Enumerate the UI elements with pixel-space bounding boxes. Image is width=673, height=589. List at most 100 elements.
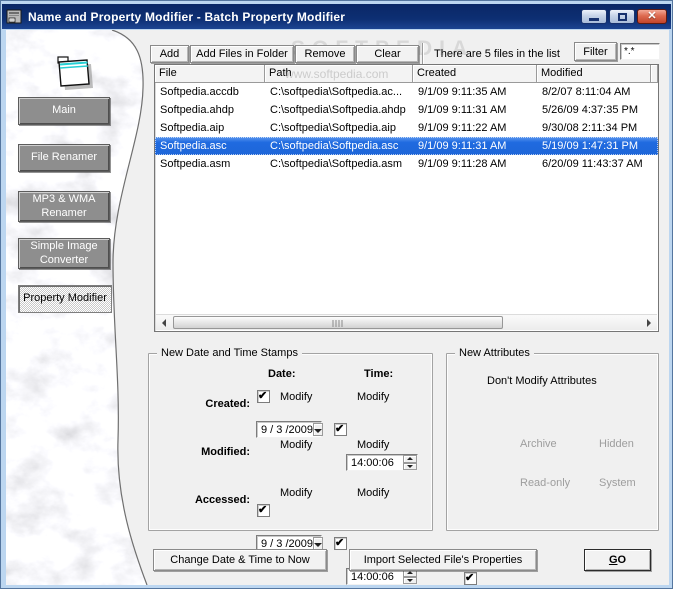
column-header-file[interactable]: File xyxy=(155,65,265,83)
modified-date-modify-label: Modify xyxy=(280,439,313,451)
add-files-in-folder-label: Add Files in Folder xyxy=(196,48,288,60)
created-time-modify-checkbox[interactable] xyxy=(334,422,347,436)
go-label-initial: G xyxy=(608,554,618,566)
accessed-date-modify-label: Modify xyxy=(280,487,313,499)
go-button[interactable]: GO xyxy=(584,549,651,571)
scroll-left-icon xyxy=(162,319,166,327)
sidebar-item-label: Main xyxy=(52,104,76,117)
cell-path: C:\softpedia\Softpedia.ac... xyxy=(270,86,403,98)
sidebar-item-label: Simple Image Converter xyxy=(30,239,98,266)
created-date-modify-checkbox[interactable] xyxy=(257,389,270,403)
chevron-down-icon xyxy=(314,428,322,433)
accessed-row-label: Accessed: xyxy=(194,494,250,506)
created-time-value: 14:00:06 xyxy=(351,456,394,469)
cell-path: C:\softpedia\Softpedia.ahdp xyxy=(270,104,406,116)
app-window: Name and Property Modifier - Batch Prope… xyxy=(0,0,673,589)
column-header-spacer xyxy=(651,65,658,83)
spin-down-icon[interactable] xyxy=(403,576,417,584)
import-selected-file-properties-button[interactable]: Import Selected File's Properties xyxy=(349,549,537,571)
cell-file: Softpedia.aip xyxy=(160,122,225,134)
file-list-header: File Path Created Modified xyxy=(155,65,658,83)
dont-modify-attributes-checkbox[interactable] xyxy=(464,571,477,585)
cell-modified: 8/2/07 8:11:04 AM xyxy=(542,86,631,98)
cell-modified: 5/26/09 4:37:35 PM xyxy=(542,104,639,116)
close-icon: ✕ xyxy=(647,10,657,22)
sidebar-item-mp3-wma-renamer[interactable]: MP3 & WMA Renamer xyxy=(18,191,110,222)
filter-pattern-input[interactable] xyxy=(620,43,660,60)
column-header-modified[interactable]: Modified xyxy=(537,65,651,83)
filter-button[interactable]: Filter xyxy=(574,42,617,61)
created-time-spinner[interactable]: 14:00:06 xyxy=(346,454,418,471)
created-row-label: Created: xyxy=(205,398,250,410)
modified-row-label: Modified: xyxy=(201,446,250,458)
change-date-time-now-label: Change Date & Time to Now xyxy=(170,554,310,566)
cell-created: 9/1/09 9:11:31 AM xyxy=(418,140,507,152)
sidebar-item-label: MP3 & WMA Renamer xyxy=(32,192,96,219)
cell-file: Softpedia.asc xyxy=(160,140,227,152)
window-title: Name and Property Modifier - Batch Prope… xyxy=(28,9,346,24)
add-files-in-folder-button[interactable]: Add Files in Folder xyxy=(190,45,294,63)
clear-button[interactable]: Clear xyxy=(356,45,419,63)
spin-down-icon[interactable] xyxy=(403,462,417,470)
page-icon xyxy=(57,56,93,90)
created-date-dropdown-button[interactable] xyxy=(313,423,323,436)
hidden-label: Hidden xyxy=(599,438,634,450)
sidebar-item-file-renamer[interactable]: File Renamer xyxy=(18,144,110,172)
system-label: System xyxy=(599,477,636,489)
add-button[interactable]: Add xyxy=(150,45,189,63)
column-header-path[interactable]: Path xyxy=(265,65,413,83)
table-row[interactable]: Softpedia.ahdp C:\softpedia\Softpedia.ah… xyxy=(155,101,658,119)
change-date-time-now-button[interactable]: Change Date & Time to Now xyxy=(153,549,327,571)
scrollbar-grip-icon xyxy=(332,320,344,327)
scrollbar-thumb[interactable] xyxy=(173,316,503,329)
sidebar-item-label: Property Modifier xyxy=(23,292,107,305)
table-row[interactable]: Softpedia.asm C:\softpedia\Softpedia.asm… xyxy=(155,155,658,173)
remove-button-label: Remove xyxy=(304,48,346,60)
sidebar-item-label: File Renamer xyxy=(30,151,98,164)
created-time-spin-buttons[interactable] xyxy=(403,455,417,470)
file-list: File Path Created Modified Softpedia.acc… xyxy=(154,64,659,332)
close-button[interactable]: ✕ xyxy=(637,9,667,24)
toolbar-divider xyxy=(422,43,423,64)
scroll-right-button[interactable] xyxy=(641,315,657,331)
minimize-button[interactable] xyxy=(581,9,607,24)
horizontal-scrollbar[interactable] xyxy=(156,314,657,330)
window-body: Main File Renamer MP3 & WMA Renamer Simp… xyxy=(6,30,669,585)
modified-time-modify-label: Modify xyxy=(357,439,390,451)
cell-path: C:\softpedia\Softpedia.aip xyxy=(270,122,396,134)
table-row-selected[interactable]: Softpedia.asc C:\softpedia\Softpedia.asc… xyxy=(155,137,658,155)
title-bar[interactable]: Name and Property Modifier - Batch Prope… xyxy=(2,4,671,29)
clear-button-label: Clear xyxy=(374,48,401,60)
add-button-label: Add xyxy=(159,48,180,60)
app-icon xyxy=(6,9,22,23)
filter-button-label: Filter xyxy=(583,45,608,58)
archive-label: Archive xyxy=(520,438,557,450)
maximize-button[interactable] xyxy=(609,9,635,24)
created-date-modify-label: Modify xyxy=(280,391,313,403)
created-date-combobox[interactable]: 9 / 3 /2009 xyxy=(256,421,323,438)
table-row[interactable]: Softpedia.aip C:\softpedia\Softpedia.aip… xyxy=(155,119,658,137)
date-column-header: Date: xyxy=(268,368,296,380)
minimize-icon xyxy=(589,17,599,21)
modified-time-modify-checkbox[interactable] xyxy=(334,536,347,550)
column-header-created[interactable]: Created xyxy=(413,65,537,83)
modified-date-modify-checkbox[interactable] xyxy=(257,503,270,517)
cell-created: 9/1/09 9:11:22 AM xyxy=(418,122,507,134)
cell-file: Softpedia.accdb xyxy=(160,86,239,98)
sidebar-item-simple-image-converter[interactable]: Simple Image Converter xyxy=(18,238,110,269)
created-date-value: 9 / 3 /2009 xyxy=(261,423,313,436)
cell-created: 9/1/09 9:11:28 AM xyxy=(418,158,507,170)
modified-date-value: 9 / 3 /2009 xyxy=(261,537,313,550)
scroll-left-button[interactable] xyxy=(156,315,172,331)
spin-up-icon[interactable] xyxy=(403,455,417,463)
dont-modify-attributes-label: Don't Modify Attributes xyxy=(487,375,597,387)
time-column-header: Time: xyxy=(364,368,394,380)
sidebar-item-main[interactable]: Main xyxy=(18,97,110,125)
sidebar-item-property-modifier[interactable]: Property Modifier xyxy=(18,285,112,313)
modified-time-spin-buttons[interactable] xyxy=(403,569,417,584)
go-label-rest: O xyxy=(617,554,627,566)
table-row[interactable]: Softpedia.accdb C:\softpedia\Softpedia.a… xyxy=(155,83,658,101)
cell-path: C:\softpedia\Softpedia.asm xyxy=(270,158,403,170)
cell-modified: 9/30/08 2:11:34 PM xyxy=(542,122,638,134)
remove-button[interactable]: Remove xyxy=(295,45,355,63)
